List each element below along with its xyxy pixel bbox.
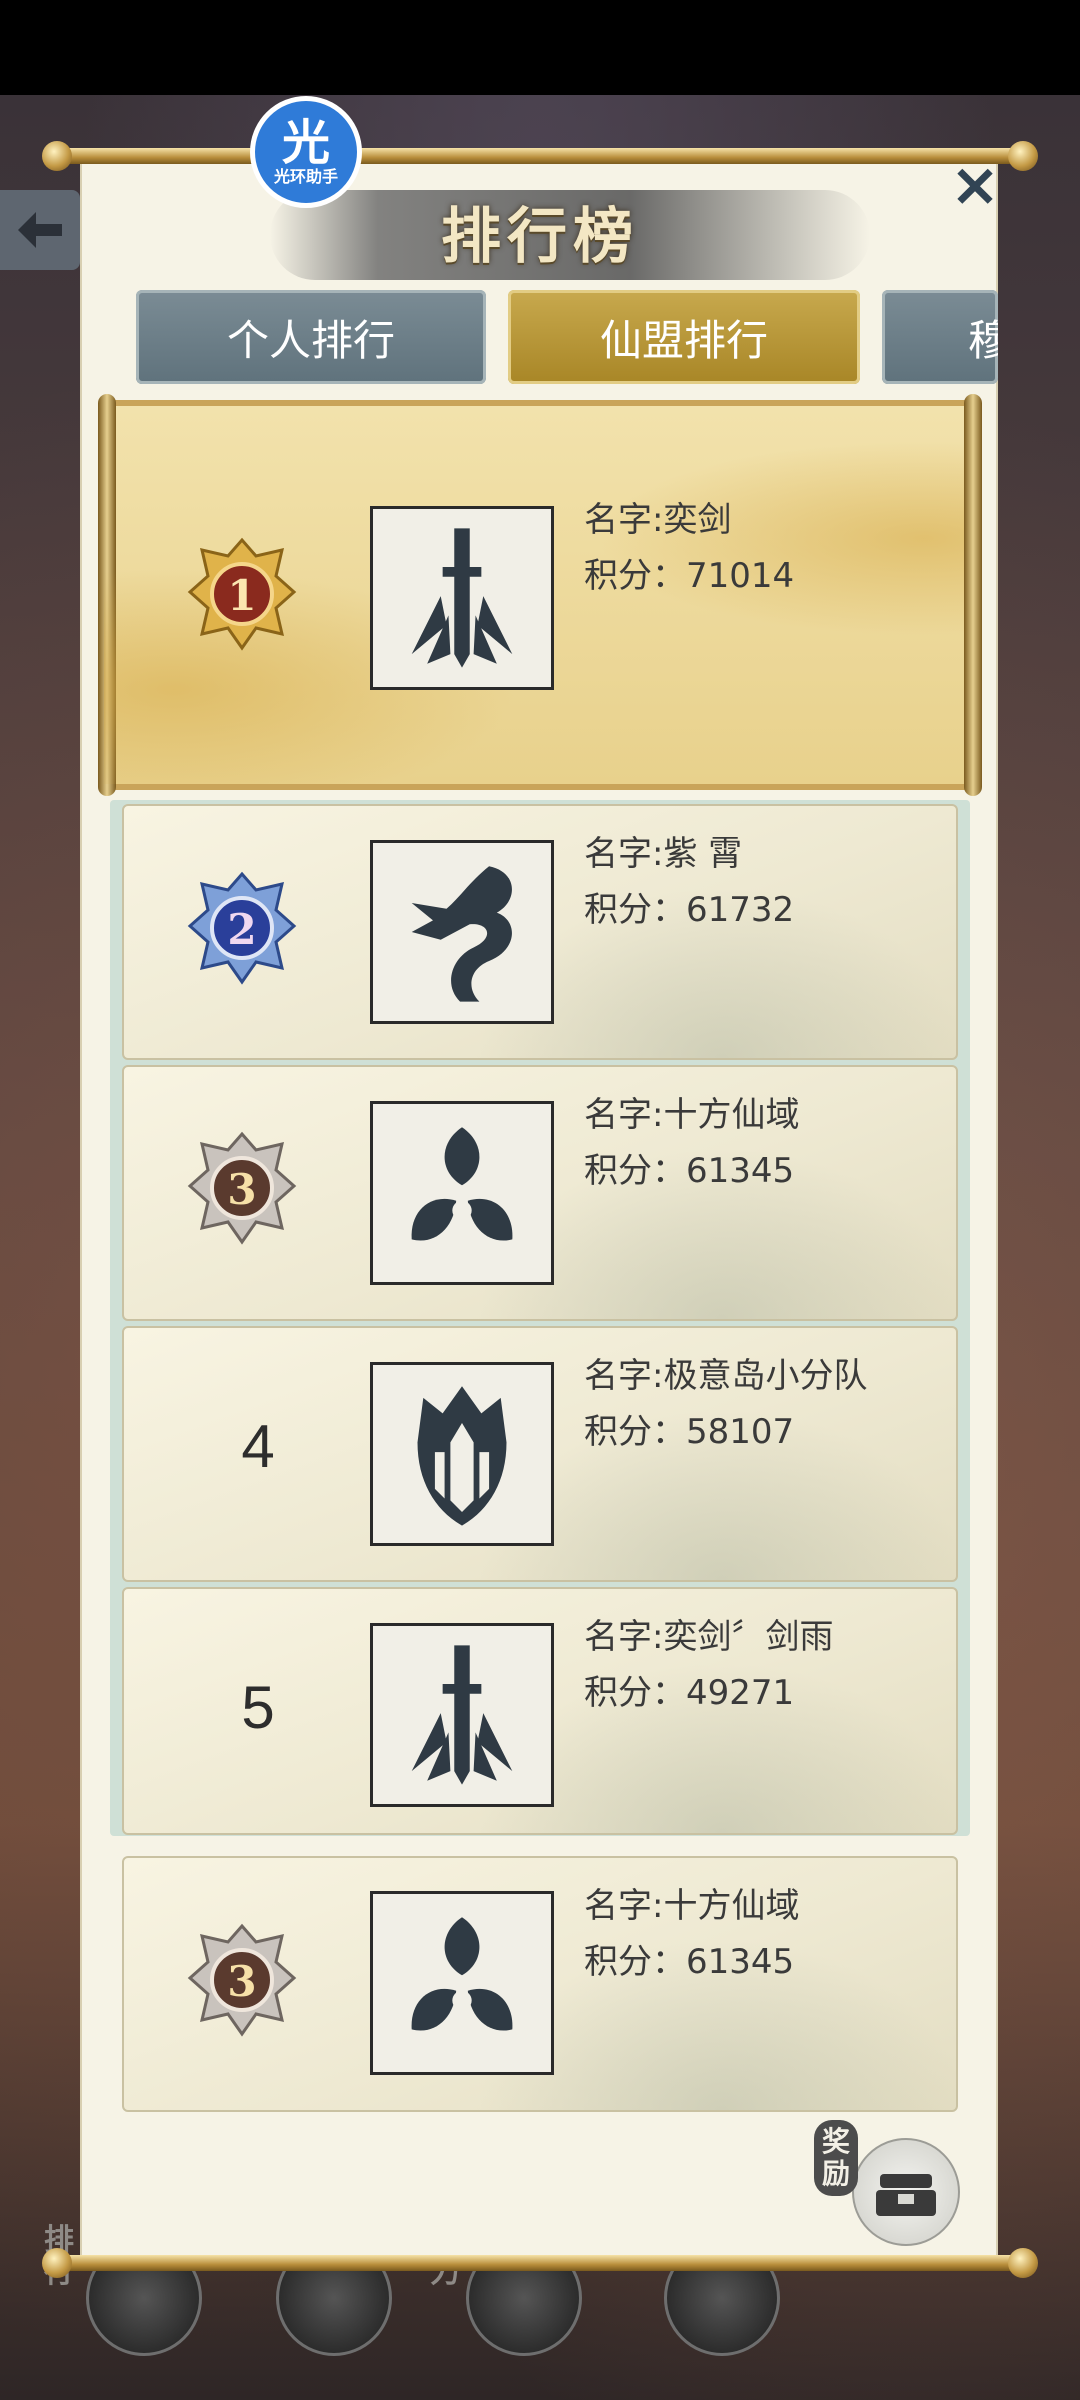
alliance-score: 积分：49271 [584, 1673, 795, 1713]
scroll-rod-top [48, 148, 1032, 164]
reward-label: 奖励 [814, 2120, 858, 2196]
rod-knob [1008, 141, 1038, 171]
alliance-name: 名字:十方仙域 [584, 1095, 800, 1135]
badge-glyph: 光 [281, 115, 330, 171]
alliance-score: 积分：61345 [584, 1151, 795, 1191]
crown-emblem-icon [370, 1362, 554, 1546]
back-button[interactable] [0, 190, 80, 270]
page-title: 排行榜 [441, 202, 639, 272]
rod-knob [42, 141, 72, 171]
badge-text: 光环助手 [273, 167, 338, 186]
trefoil-emblem-icon [370, 1891, 554, 2075]
svg-text:3: 3 [227, 1165, 256, 1214]
sword-emblem-icon [370, 1623, 554, 1807]
alliance-score: 积分：71014 [584, 556, 795, 596]
assistant-badge[interactable]: 光 光环助手 [250, 96, 362, 208]
status-bar [0, 0, 1080, 95]
bronze-medal-icon: 3 [187, 1923, 297, 2037]
tab-alliance-ranking[interactable]: 仙盟排行 [508, 290, 860, 384]
reward-button[interactable]: 奖励 [814, 2120, 964, 2260]
close-button[interactable]: × [945, 155, 1005, 215]
back-arrow-icon [18, 212, 62, 248]
rod-knob [42, 2248, 72, 2278]
my-alliance-name: 名字:十方仙域 [584, 1886, 800, 1926]
alliance-score: 积分：61732 [584, 890, 795, 930]
tab-third-ranking[interactable]: 穆 [882, 290, 998, 384]
reward-chest-icon [852, 2138, 960, 2246]
my-alliance-score: 积分：61345 [584, 1942, 795, 1982]
rank-number: 5 [241, 1674, 275, 1741]
tab-label: 个人排行 [226, 315, 395, 365]
tab-label: 穆 [968, 315, 998, 365]
alliance-name: 名字:奕剑〞剑雨 [584, 1617, 834, 1657]
alliance-name: 名字:奕剑 [584, 500, 732, 540]
alliance-name: 名字:极意岛小分队 [584, 1356, 868, 1396]
tab-label: 仙盟排行 [599, 315, 768, 365]
svg-text:2: 2 [227, 905, 256, 954]
tab-personal-ranking[interactable]: 个人排行 [136, 290, 486, 384]
bronze-medal-icon: 3 [187, 1131, 297, 1245]
silver-blue-medal-icon: 2 [187, 871, 297, 985]
rod-knob [1008, 2248, 1038, 2278]
sword-emblem-icon [370, 506, 554, 690]
trefoil-emblem-icon [370, 1101, 554, 1285]
svg-text:1: 1 [227, 571, 256, 620]
gold-medal-icon: 1 [187, 537, 297, 651]
dragon-emblem-icon [370, 840, 554, 1024]
alliance-score: 积分：58107 [584, 1412, 795, 1452]
treasure-chest-icon [876, 2174, 936, 2216]
rank-number: 4 [241, 1413, 275, 1480]
alliance-name: 名字:紫 霄 [584, 834, 743, 874]
svg-text:3: 3 [227, 1957, 256, 2006]
